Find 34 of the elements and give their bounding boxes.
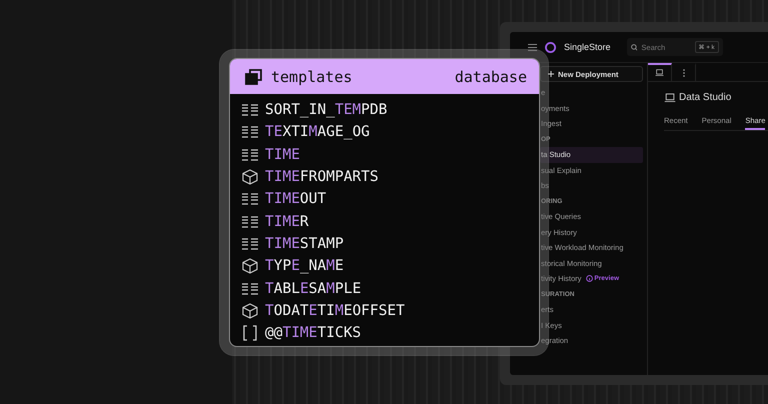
header-title: templates (271, 68, 352, 86)
cube-icon (242, 258, 258, 274)
list-icon (242, 282, 258, 295)
page-title: Data Studio (679, 92, 732, 103)
header-type: database (454, 68, 527, 86)
search-icon (630, 44, 638, 50)
suggestion-item[interactable]: TIMEOUT (230, 188, 539, 210)
list-icon (242, 148, 258, 161)
suggestion-item[interactable]: TODATETIMEOFFSET (230, 300, 539, 322)
laptop-icon (664, 92, 676, 102)
suggestion-item[interactable]: @@TIMETICKS (230, 322, 539, 344)
menu-icon[interactable] (528, 44, 537, 50)
suggestion-item[interactable]: TIMESTAMP (230, 232, 539, 256)
list-icon (242, 216, 258, 228)
suggestion-item[interactable]: SORT_IN_TEMPDB (230, 99, 539, 122)
list-icon (242, 193, 258, 206)
plus-icon (548, 71, 554, 77)
suggestion-item[interactable]: TIMEFROMPARTS (230, 166, 539, 188)
suggestion-item[interactable]: TIMER (230, 210, 539, 233)
list-icon (242, 126, 258, 138)
windows-icon (245, 68, 262, 84)
suggestion-item[interactable]: TIME (230, 144, 539, 166)
list-icon (242, 104, 258, 116)
list-icon (242, 238, 258, 250)
suggestion-item[interactable]: TEXTIMAGE_OG (230, 121, 539, 144)
suggestion-item[interactable]: TABLESAMPLE (230, 277, 539, 300)
cube-icon (242, 302, 258, 319)
laptop-icon (655, 69, 664, 77)
cube-icon (242, 169, 258, 186)
brand-name: SingleStore (564, 42, 611, 52)
logo-icon (545, 42, 556, 52)
suggestion-item[interactable]: TYPE_NAME (230, 255, 539, 278)
brackets-icon (242, 325, 258, 342)
editor-tab[interactable] (648, 63, 672, 81)
